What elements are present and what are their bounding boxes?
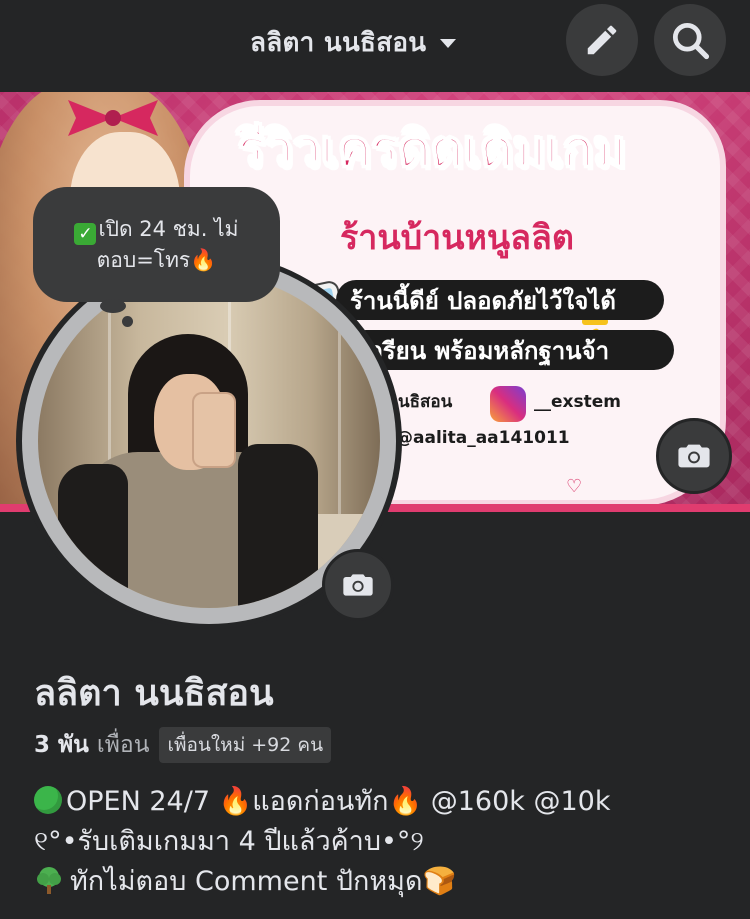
bio-line-2: ୧°•รับเติมเกมมา 4 ปีแล้วค้าบ•°୨ <box>34 826 424 857</box>
bubble-tail-dot <box>100 299 126 313</box>
cover-handle-name: นธิสอน <box>398 392 453 412</box>
tree-icon <box>37 867 61 894</box>
cover-instagram-handle: __exstem <box>534 392 621 412</box>
bio-line-1: OPEN 24/7 🔥แอดก่อนทัก🔥 @160k @10k <box>34 782 734 822</box>
top-bar: ลลิตา นนธิสอน <box>0 0 750 88</box>
cover-handle-small: @aalita_aa141011 <box>396 428 570 448</box>
bio-line-3: ทักไม่ตอบ Comment ปักหมุด🍞 <box>34 862 734 902</box>
camera-icon <box>678 444 710 468</box>
friends-label[interactable]: เพื่อน <box>97 727 150 763</box>
checkmark-icon: ✓ <box>74 222 97 245</box>
edit-button[interactable] <box>566 4 638 76</box>
header-title[interactable]: ลลิตา นนธิสอน <box>250 22 426 63</box>
profile-switcher[interactable]: ลลิตา นนธิสอน <box>250 22 457 63</box>
cover-line-1: ร้านนี้ดีย์ ปลอดภัยไว้ใจได้ <box>336 280 664 320</box>
new-friends-badge[interactable]: เพื่อนใหม่ +92 คน <box>159 727 332 763</box>
green-circle-icon <box>34 786 62 814</box>
cover-line-2: เกรียน พร้อมหลักฐานจ้า <box>346 330 674 370</box>
profile-name: ลลิตา นนธิสอน <box>34 673 274 714</box>
phone-icon <box>194 394 234 466</box>
avatar-camera-button[interactable] <box>322 549 394 621</box>
pencil-icon <box>587 25 617 55</box>
search-icon <box>672 22 710 60</box>
heart-icon: ♡ <box>566 476 583 497</box>
cover-camera-button[interactable] <box>656 418 732 494</box>
bio: OPEN 24/7 🔥แอดก่อนทัก🔥 @160k @10k ୧°•รับ… <box>34 782 734 902</box>
friends-row[interactable]: 3 พัน เพื่อน เพื่อนใหม่ +92 คน <box>34 727 332 763</box>
instagram-icon <box>490 386 526 422</box>
status-bubble[interactable]: ✓ เปิด 24 ชม. ไม่ ตอบ=โทร🔥 <box>33 187 280 302</box>
status-line-1: เปิด 24 ชม. ไม่ <box>98 216 239 241</box>
cover-subheading: ร้านบ้านหนูลลิต <box>340 218 574 258</box>
bubble-tail-dot-small <box>122 316 133 327</box>
avatar[interactable] <box>38 274 380 608</box>
chevron-down-icon[interactable] <box>440 39 457 48</box>
friends-count[interactable]: 3 พัน <box>34 727 89 763</box>
status-line-2: ตอบ=โทร🔥 <box>96 247 217 272</box>
bow-icon <box>68 100 158 136</box>
search-button[interactable] <box>654 4 726 76</box>
cover-heading: รีวิวเครดิตเติมเกม <box>237 119 627 179</box>
camera-icon <box>343 574 373 596</box>
